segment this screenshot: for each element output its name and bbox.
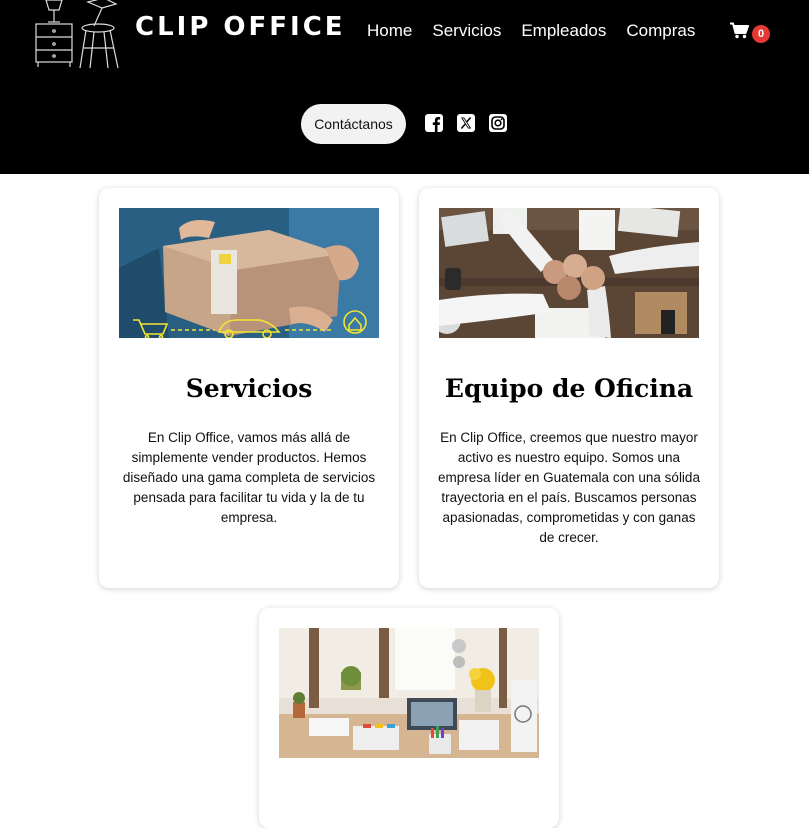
facebook-icon[interactable] bbox=[425, 114, 443, 132]
card-text: En Clip Office, creemos que nuestro mayo… bbox=[438, 430, 700, 545]
office-supplies-image bbox=[279, 628, 539, 758]
card-equipo-oficina: Equipo de Oficina En Clip Office, creemo… bbox=[419, 188, 719, 588]
team-fist-bump-image bbox=[439, 208, 699, 338]
nav-item-servicios[interactable]: Servicios bbox=[432, 21, 501, 41]
nav-item-empleados[interactable]: Empleados bbox=[521, 21, 606, 41]
instagram-icon[interactable] bbox=[489, 114, 507, 132]
card-text: En Clip Office, vamos más allá de simple… bbox=[122, 430, 376, 525]
logo-furniture-icon[interactable] bbox=[32, 0, 122, 70]
delivery-image bbox=[119, 208, 379, 338]
nav-item-compras[interactable]: Compras bbox=[626, 21, 695, 41]
card-supplies bbox=[259, 608, 559, 828]
cart-button[interactable]: 0 bbox=[730, 22, 770, 44]
card-servicios: Servicios En Clip Office, vamos más allá… bbox=[99, 188, 399, 588]
card-title: Servicios bbox=[185, 374, 313, 403]
main-nav: Home Servicios Empleados Compras bbox=[367, 21, 715, 41]
brand-name[interactable]: CLIP OFFICE bbox=[135, 12, 346, 42]
site-header: CLIP OFFICE Home Servicios Empleados Com… bbox=[0, 0, 809, 174]
card-title: Equipo de Oficina bbox=[444, 374, 694, 403]
x-icon[interactable] bbox=[457, 114, 475, 132]
cart-count-badge: 0 bbox=[752, 25, 770, 43]
contact-button[interactable]: Contáctanos bbox=[301, 104, 406, 144]
cart-icon bbox=[730, 22, 749, 39]
nav-item-home[interactable]: Home bbox=[367, 21, 412, 41]
